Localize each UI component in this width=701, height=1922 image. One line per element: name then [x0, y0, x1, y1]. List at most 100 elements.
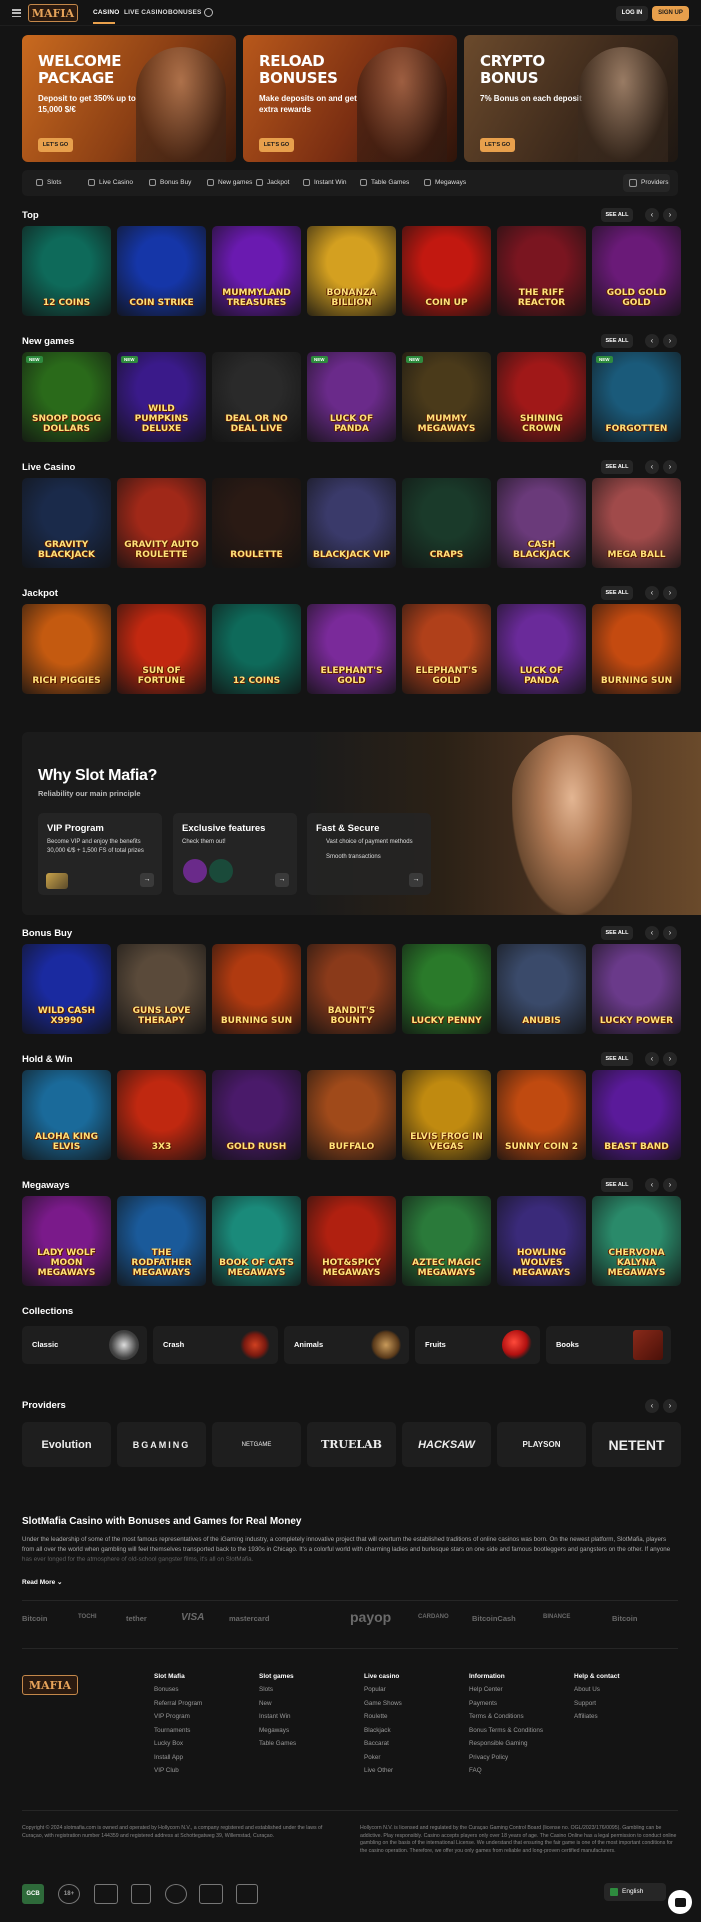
providers-prev-arrow-icon[interactable]: ‹	[645, 1399, 659, 1413]
banner-cta-button[interactable]: LET'S GO	[38, 138, 73, 152]
footer-link[interactable]: Support	[574, 1700, 674, 1714]
category-bonus-buy[interactable]: Bonus Buy	[149, 179, 191, 186]
banner-reload[interactable]: RELOAD BONUSES Make deposits on and get …	[243, 35, 457, 162]
prev-arrow-icon[interactable]: ‹	[645, 208, 659, 222]
provider-truelab[interactable]: TRUELAB	[307, 1422, 396, 1467]
see-all-button[interactable]: SEE ALL	[601, 334, 633, 348]
arrow-right-icon[interactable]: →	[140, 873, 154, 887]
category-megaways[interactable]: Megaways	[424, 179, 466, 186]
providers-next-arrow-icon[interactable]: ›	[663, 1399, 677, 1413]
footer-link[interactable]: Blackjack	[364, 1727, 464, 1741]
footer-link[interactable]: Responsible Gaming	[469, 1740, 569, 1754]
footer-link[interactable]: VIP Program	[154, 1713, 254, 1727]
category-instant-win[interactable]: Instant Win	[303, 179, 347, 186]
collection-classic[interactable]: Classic	[22, 1326, 147, 1364]
game-tile[interactable]: Chervona Kalyna Megaways	[592, 1196, 681, 1286]
prev-arrow-icon[interactable]: ‹	[645, 1178, 659, 1192]
game-tile[interactable]: Burning Sun	[212, 944, 301, 1034]
card-fast-secure[interactable]: Fast & Secure Vast choice of payment met…	[307, 813, 431, 895]
card-vip-program[interactable]: VIP Program Become VIP and enjoy the ben…	[38, 813, 162, 895]
footer-link[interactable]: Game Shows	[364, 1700, 464, 1714]
card-exclusive-features[interactable]: Exclusive features Check them out! →	[173, 813, 297, 895]
footer-link[interactable]: Popular	[364, 1686, 464, 1700]
game-tile[interactable]: The Riff Reactor	[497, 226, 586, 316]
category-new-games[interactable]: New games	[207, 179, 252, 186]
footer-link[interactable]: Poker	[364, 1754, 464, 1768]
nav-bonuses[interactable]: BONUSES	[168, 9, 202, 16]
collection-books[interactable]: Books	[546, 1326, 671, 1364]
banner-cta-button[interactable]: LET'S GO	[480, 138, 515, 152]
footer-link[interactable]: Live Other	[364, 1767, 464, 1781]
game-tile[interactable]: Gold Rush	[212, 1070, 301, 1160]
nav-casino[interactable]: CASINO	[93, 9, 119, 16]
footer-link[interactable]: Lucky Box	[154, 1740, 254, 1754]
game-tile[interactable]: Sunny Coin 2	[497, 1070, 586, 1160]
provider-hacksaw[interactable]: HACKSAW	[402, 1422, 491, 1467]
game-tile[interactable]: Sun of Fortune	[117, 604, 206, 694]
read-more-button[interactable]: Read More ⌄	[22, 1578, 63, 1586]
site-logo[interactable]: MAFIA	[28, 4, 78, 22]
category-jackpot[interactable]: Jackpot	[256, 179, 289, 186]
game-tile[interactable]: Bandit's Bounty	[307, 944, 396, 1034]
game-tile[interactable]: Anubis	[497, 944, 586, 1034]
next-arrow-icon[interactable]: ›	[663, 926, 677, 940]
footer-link[interactable]: Affiliates	[574, 1713, 674, 1727]
next-arrow-icon[interactable]: ›	[663, 460, 677, 474]
banner-crypto[interactable]: CRYPTO BONUS 7% Bonus on each deposit LE…	[464, 35, 678, 162]
see-all-button[interactable]: SEE ALL	[601, 586, 633, 600]
category-slots[interactable]: Slots	[36, 179, 61, 186]
game-tile[interactable]: Coin Up	[402, 226, 491, 316]
game-tile[interactable]: Craps	[402, 478, 491, 568]
footer-link[interactable]: Privacy Policy	[469, 1754, 569, 1768]
next-arrow-icon[interactable]: ›	[663, 586, 677, 600]
see-all-button[interactable]: SEE ALL	[601, 460, 633, 474]
game-tile[interactable]: The Rodfather Megaways	[117, 1196, 206, 1286]
game-tile[interactable]: Mummyland Treasures	[212, 226, 301, 316]
footer-logo[interactable]: MAFIA	[22, 1675, 78, 1695]
game-tile[interactable]: NEW Mummy Megaways	[402, 352, 491, 442]
game-tile[interactable]: Mega Ball	[592, 478, 681, 568]
game-tile[interactable]: Gravity Blackjack	[22, 478, 111, 568]
footer-link[interactable]: Megaways	[259, 1727, 359, 1741]
book-icon[interactable]	[633, 1330, 663, 1360]
login-button[interactable]: LOG IN	[616, 6, 648, 21]
game-tile[interactable]: Wild Cash x9990	[22, 944, 111, 1034]
game-tile[interactable]: Beast Band	[592, 1070, 681, 1160]
gcb-seal[interactable]: GCB	[22, 1884, 44, 1904]
game-tile[interactable]: Elephant's Gold	[307, 604, 396, 694]
game-tile[interactable]: Coin Strike	[117, 226, 206, 316]
game-tile[interactable]: Lucky Power	[592, 944, 681, 1034]
footer-link[interactable]: Roulette	[364, 1713, 464, 1727]
see-all-button[interactable]: SEE ALL	[601, 208, 633, 222]
see-all-button[interactable]: SEE ALL	[601, 1052, 633, 1066]
footer-link[interactable]: Bonus Terms & Conditions	[469, 1727, 569, 1741]
banner-welcome[interactable]: WELCOME PACKAGE Deposit to get 350% up t…	[22, 35, 236, 162]
footer-link[interactable]: Instant Win	[259, 1713, 359, 1727]
provider-evolution[interactable]: Evolution	[22, 1422, 111, 1467]
game-tile[interactable]: Lady Wolf Moon Megaways	[22, 1196, 111, 1286]
collection-fruits[interactable]: Fruits	[415, 1326, 540, 1364]
game-tile[interactable]: NEW Wild Pumpkins Deluxe	[117, 352, 206, 442]
see-all-button[interactable]: SEE ALL	[601, 926, 633, 940]
game-tile[interactable]: NEW Forgotten	[592, 352, 681, 442]
category-table-games[interactable]: Table Games	[360, 179, 409, 186]
arrow-right-icon[interactable]: →	[409, 873, 423, 887]
game-tile[interactable]: Gravity Auto Roulette	[117, 478, 206, 568]
collection-crash[interactable]: Crash	[153, 1326, 278, 1364]
footer-link[interactable]: Terms & Conditions	[469, 1713, 569, 1727]
collection-animals[interactable]: Animals	[284, 1326, 409, 1364]
footer-link[interactable]: FAQ	[469, 1767, 569, 1781]
game-tile[interactable]: 3x3	[117, 1070, 206, 1160]
game-tile[interactable]: Roulette	[212, 478, 301, 568]
game-tile[interactable]: Hot&Spicy Megaways	[307, 1196, 396, 1286]
game-tile[interactable]: Deal or No Deal Live	[212, 352, 301, 442]
game-tile[interactable]: Aloha King Elvis	[22, 1070, 111, 1160]
footer-link[interactable]: Bonuses	[154, 1686, 254, 1700]
providers-filter-button[interactable]: Providers	[623, 174, 670, 192]
prev-arrow-icon[interactable]: ‹	[645, 586, 659, 600]
game-tile[interactable]: Blackjack VIP	[307, 478, 396, 568]
provider-playson[interactable]: PLAYSON	[497, 1422, 586, 1467]
next-arrow-icon[interactable]: ›	[663, 1052, 677, 1066]
footer-link[interactable]: Payments	[469, 1700, 569, 1714]
game-tile[interactable]: Aztec Magic Megaways	[402, 1196, 491, 1286]
